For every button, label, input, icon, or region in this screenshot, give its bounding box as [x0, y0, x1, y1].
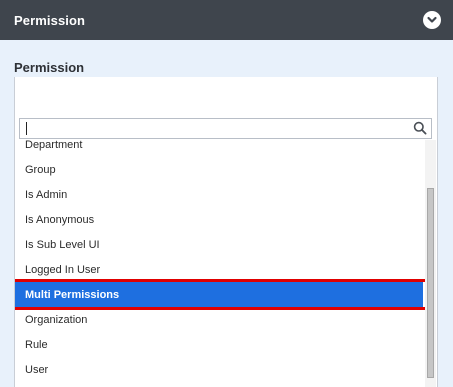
panel-header[interactable]: Permission [0, 0, 453, 40]
option-group[interactable]: Group [15, 157, 423, 182]
option-user[interactable]: User [15, 357, 423, 382]
option-logged-in-user[interactable]: Logged In User [15, 257, 423, 282]
dropdown-options: Department Group Is Admin Is Anonymous I… [15, 139, 437, 387]
dropdown-scrollbar[interactable] [425, 140, 436, 387]
option-rule[interactable]: Rule [15, 332, 423, 357]
option-multi-permissions[interactable]: Multi Permissions [15, 282, 423, 307]
option-is-anonymous[interactable]: Is Anonymous [15, 207, 423, 232]
permission-panel: Permission Permission Department Group I… [0, 0, 453, 387]
permission-dropdown: Department Group Is Admin Is Anonymous I… [14, 77, 438, 387]
permission-field-label: Permission [14, 60, 85, 75]
option-is-sub-level-ui[interactable]: Is Sub Level UI [15, 232, 423, 257]
option-organization[interactable]: Organization [15, 307, 423, 332]
chevron-circle-down-icon[interactable] [423, 11, 441, 29]
scrollbar-thumb[interactable] [427, 188, 434, 378]
option-is-admin[interactable]: Is Admin [15, 182, 423, 207]
panel-title: Permission [14, 12, 86, 28]
option-department[interactable]: Department [15, 132, 423, 157]
